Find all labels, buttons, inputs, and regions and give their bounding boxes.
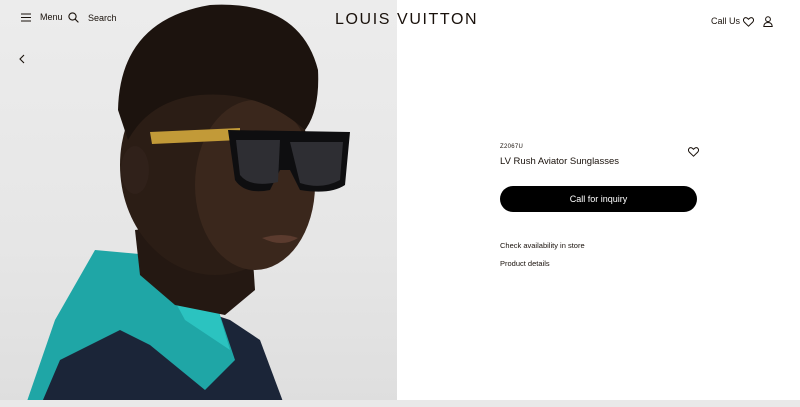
chevron-left-icon[interactable] [18, 51, 26, 69]
search-button[interactable]: Search [68, 12, 117, 23]
menu-icon [21, 13, 31, 22]
search-label: Search [88, 12, 117, 23]
heart-icon[interactable] [742, 14, 755, 32]
search-icon [68, 12, 79, 23]
menu-button[interactable]: Menu [21, 12, 63, 22]
bottom-strip [0, 400, 800, 407]
brand-logo[interactable]: LOUIS VUITTON [335, 11, 478, 29]
call-us-link[interactable]: Call Us [711, 16, 740, 26]
product-photo [0, 0, 397, 407]
product-details-link[interactable]: Product details [500, 259, 550, 268]
call-for-inquiry-button[interactable]: Call for inquiry [500, 186, 697, 212]
site-header: Menu Search LOUIS VUITTON Call Us [0, 0, 800, 42]
menu-label: Menu [40, 12, 63, 22]
account-icon[interactable] [763, 14, 773, 32]
heart-icon[interactable] [687, 144, 700, 162]
product-name: LV Rush Aviator Sunglasses [500, 156, 619, 167]
check-availability-link[interactable]: Check availability in store [500, 241, 585, 250]
product-sku: Z2067U [500, 144, 524, 150]
model-illustration [25, 4, 350, 407]
